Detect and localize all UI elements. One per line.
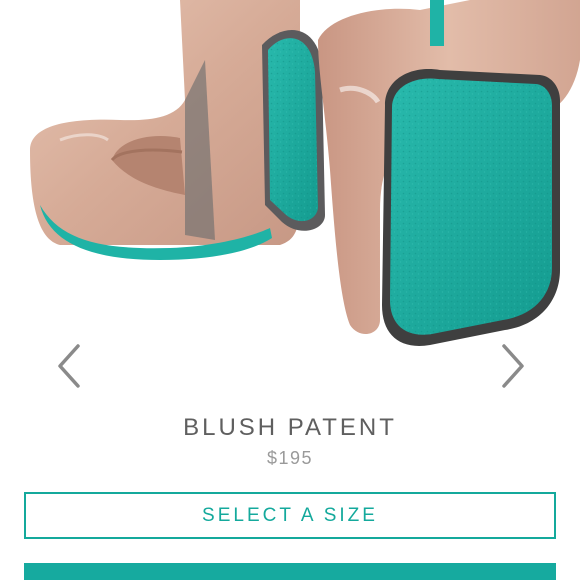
select-size-button[interactable]: SELECT A SIZE: [24, 492, 556, 539]
chevron-left-icon: [58, 344, 80, 388]
product-page: BLUSH PATENT $195 SELECT A SIZE: [0, 0, 580, 580]
chevron-right-icon: [502, 344, 524, 388]
product-title: BLUSH PATENT: [183, 414, 397, 441]
previous-image-button[interactable]: [50, 340, 90, 392]
add-to-bag-button[interactable]: [24, 563, 556, 580]
select-size-label: SELECT A SIZE: [202, 504, 378, 526]
next-image-button[interactable]: [492, 340, 532, 392]
product-price: $195: [266, 448, 314, 468]
